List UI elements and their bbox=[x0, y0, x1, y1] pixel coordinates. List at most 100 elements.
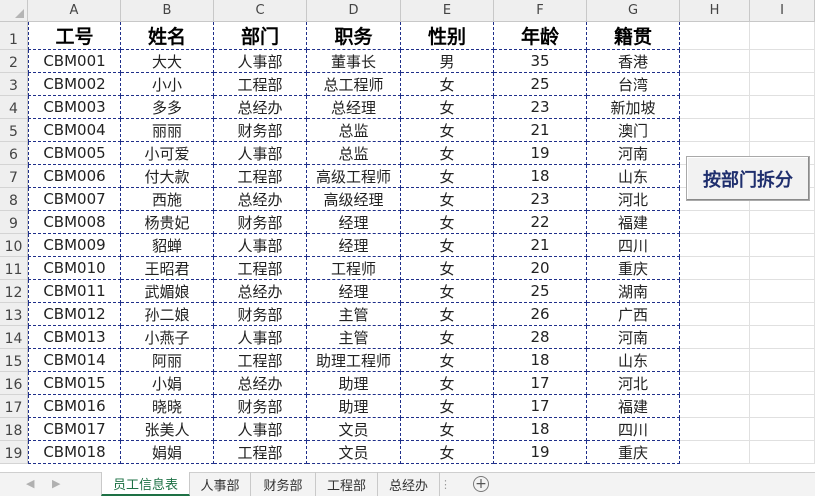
table-cell[interactable]: 19 bbox=[494, 142, 587, 165]
table-cell[interactable]: 山东 bbox=[587, 349, 680, 372]
sheet-tab[interactable]: 工程部 bbox=[316, 472, 378, 496]
table-cell[interactable]: 丽丽 bbox=[121, 119, 214, 142]
table-cell[interactable]: 人事部 bbox=[214, 418, 307, 441]
column-header-c[interactable]: C bbox=[214, 0, 307, 22]
row-header-8[interactable]: 8 bbox=[0, 188, 28, 211]
table-cell[interactable]: 女 bbox=[401, 142, 494, 165]
table-cell[interactable]: CBM016 bbox=[28, 395, 121, 418]
table-cell[interactable]: 台湾 bbox=[587, 73, 680, 96]
table-header-cell[interactable]: 职务 bbox=[307, 22, 401, 50]
empty-cell[interactable] bbox=[750, 349, 815, 372]
table-cell[interactable]: 主管 bbox=[307, 326, 401, 349]
column-header-g[interactable]: G bbox=[587, 0, 680, 22]
column-header-h[interactable]: H bbox=[680, 0, 750, 22]
table-cell[interactable]: 河南 bbox=[587, 326, 680, 349]
empty-cell[interactable] bbox=[680, 22, 750, 50]
empty-cell[interactable] bbox=[680, 50, 750, 73]
empty-cell[interactable] bbox=[750, 418, 815, 441]
table-cell[interactable]: 人事部 bbox=[214, 234, 307, 257]
table-cell[interactable]: 重庆 bbox=[587, 257, 680, 280]
row-header-19[interactable]: 19 bbox=[0, 441, 28, 464]
sheet-tab[interactable]: 总经办 bbox=[378, 472, 440, 496]
table-cell[interactable]: 小娟 bbox=[121, 372, 214, 395]
table-cell[interactable]: CBM006 bbox=[28, 165, 121, 188]
table-cell[interactable]: 付大款 bbox=[121, 165, 214, 188]
empty-cell[interactable] bbox=[680, 418, 750, 441]
table-cell[interactable]: 湖南 bbox=[587, 280, 680, 303]
table-cell[interactable]: 人事部 bbox=[214, 50, 307, 73]
table-cell[interactable]: 王昭君 bbox=[121, 257, 214, 280]
row-header-2[interactable]: 2 bbox=[0, 50, 28, 73]
empty-cell[interactable] bbox=[680, 73, 750, 96]
add-sheet-icon[interactable]: + bbox=[473, 476, 489, 492]
table-cell[interactable]: 晓晓 bbox=[121, 395, 214, 418]
table-cell[interactable]: 广西 bbox=[587, 303, 680, 326]
table-cell[interactable]: 经理 bbox=[307, 280, 401, 303]
row-header-14[interactable]: 14 bbox=[0, 326, 28, 349]
table-cell[interactable]: 多多 bbox=[121, 96, 214, 119]
table-cell[interactable]: 22 bbox=[494, 211, 587, 234]
table-cell[interactable]: 工程部 bbox=[214, 165, 307, 188]
table-cell[interactable]: 女 bbox=[401, 96, 494, 119]
table-cell[interactable]: 女 bbox=[401, 303, 494, 326]
table-cell[interactable]: 福建 bbox=[587, 211, 680, 234]
select-all-corner[interactable] bbox=[0, 0, 28, 22]
table-cell[interactable]: 女 bbox=[401, 441, 494, 464]
table-cell[interactable]: CBM007 bbox=[28, 188, 121, 211]
table-cell[interactable]: 四川 bbox=[587, 418, 680, 441]
empty-cell[interactable] bbox=[680, 303, 750, 326]
row-header-1[interactable]: 1 bbox=[0, 22, 28, 50]
table-cell[interactable]: 人事部 bbox=[214, 142, 307, 165]
table-cell[interactable]: 21 bbox=[494, 119, 587, 142]
table-cell[interactable]: 四川 bbox=[587, 234, 680, 257]
table-cell[interactable]: 财务部 bbox=[214, 211, 307, 234]
row-header-6[interactable]: 6 bbox=[0, 142, 28, 165]
more-tabs-dots-icon[interactable]: ⋮ bbox=[440, 478, 451, 491]
table-cell[interactable]: 河北 bbox=[587, 188, 680, 211]
row-header-9[interactable]: 9 bbox=[0, 211, 28, 234]
empty-cell[interactable] bbox=[680, 96, 750, 119]
table-cell[interactable]: 女 bbox=[401, 372, 494, 395]
table-cell[interactable]: 18 bbox=[494, 349, 587, 372]
table-cell[interactable]: 娟娟 bbox=[121, 441, 214, 464]
sheet-tab[interactable]: 员工信息表 bbox=[101, 472, 190, 496]
split-by-department-button[interactable]: 按部门拆分 bbox=[686, 156, 810, 201]
table-cell[interactable]: 杨贵妃 bbox=[121, 211, 214, 234]
row-header-16[interactable]: 16 bbox=[0, 372, 28, 395]
row-header-10[interactable]: 10 bbox=[0, 234, 28, 257]
table-cell[interactable]: CBM008 bbox=[28, 211, 121, 234]
table-cell[interactable]: 21 bbox=[494, 234, 587, 257]
column-header-f[interactable]: F bbox=[494, 0, 587, 22]
table-header-cell[interactable]: 籍贯 bbox=[587, 22, 680, 50]
table-cell[interactable]: 总监 bbox=[307, 119, 401, 142]
empty-cell[interactable] bbox=[680, 119, 750, 142]
table-cell[interactable]: 25 bbox=[494, 73, 587, 96]
table-cell[interactable]: 19 bbox=[494, 441, 587, 464]
empty-cell[interactable] bbox=[750, 50, 815, 73]
table-cell[interactable]: 总工程师 bbox=[307, 73, 401, 96]
table-header-cell[interactable]: 工号 bbox=[28, 22, 121, 50]
column-header-d[interactable]: D bbox=[307, 0, 401, 22]
table-cell[interactable]: 山东 bbox=[587, 165, 680, 188]
table-cell[interactable]: 总经办 bbox=[214, 372, 307, 395]
empty-cell[interactable] bbox=[680, 211, 750, 234]
table-header-cell[interactable]: 部门 bbox=[214, 22, 307, 50]
table-cell[interactable]: 工程部 bbox=[214, 257, 307, 280]
table-cell[interactable]: 总经办 bbox=[214, 280, 307, 303]
table-cell[interactable]: CBM018 bbox=[28, 441, 121, 464]
table-cell[interactable]: CBM017 bbox=[28, 418, 121, 441]
empty-cell[interactable] bbox=[750, 73, 815, 96]
table-cell[interactable]: 17 bbox=[494, 395, 587, 418]
table-cell[interactable]: 18 bbox=[494, 418, 587, 441]
sheet-tab[interactable]: 财务部 bbox=[251, 472, 316, 496]
row-header-4[interactable]: 4 bbox=[0, 96, 28, 119]
table-cell[interactable]: 总经理 bbox=[307, 96, 401, 119]
table-cell[interactable]: 张美人 bbox=[121, 418, 214, 441]
table-cell[interactable]: 23 bbox=[494, 188, 587, 211]
table-cell[interactable]: 财务部 bbox=[214, 119, 307, 142]
row-header-11[interactable]: 11 bbox=[0, 257, 28, 280]
table-cell[interactable]: 助理工程师 bbox=[307, 349, 401, 372]
table-cell[interactable]: 28 bbox=[494, 326, 587, 349]
table-header-cell[interactable]: 年龄 bbox=[494, 22, 587, 50]
table-cell[interactable]: CBM009 bbox=[28, 234, 121, 257]
